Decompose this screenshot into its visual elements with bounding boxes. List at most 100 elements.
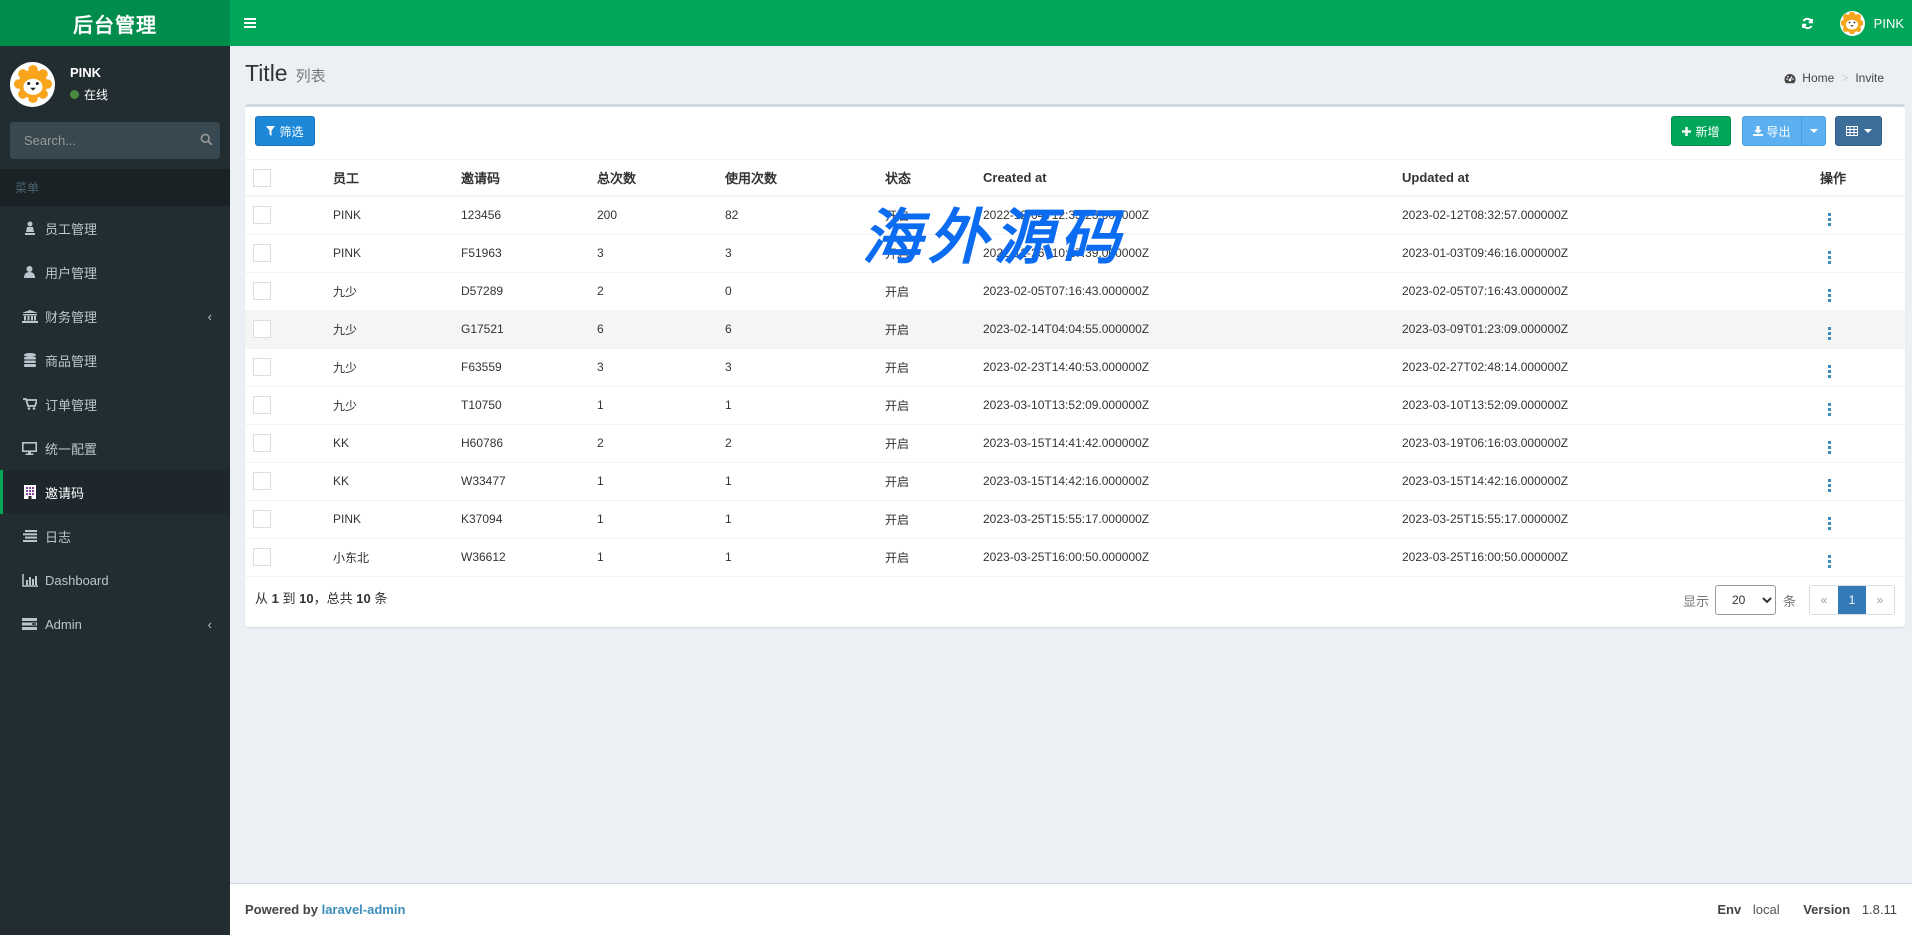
table-row: PINK 123456 200 82 开启 2022-12-04T12:33:23.000…	[245, 196, 1905, 235]
breadcrumb-home[interactable]: Home	[1802, 71, 1834, 85]
export-button-label: 导出	[1766, 124, 1791, 139]
user-name: PINK	[1873, 15, 1904, 31]
cell-updated-at: 2023-01-03T09:46:16.000000Z	[1402, 234, 1820, 273]
refresh-icon	[1802, 17, 1814, 29]
grid-toolbar: 筛选 新增 导出	[245, 107, 1905, 160]
cell-used: 3	[725, 234, 885, 273]
select-all-checkbox[interactable]	[253, 168, 271, 187]
table-row: 小东北 W36612 1 1 开启 2023-03-25T16:00:50.000000Z…	[245, 538, 1905, 577]
row-checkbox[interactable]	[253, 282, 271, 300]
row-actions-menu-icon[interactable]	[1828, 364, 1831, 378]
sidebar-item-dashboard[interactable]: Dashboard	[0, 558, 230, 602]
cell-used: 6	[725, 310, 885, 349]
search-icon[interactable]	[200, 133, 213, 149]
row-checkbox[interactable]	[253, 206, 271, 225]
user-panel: PINK 在线	[0, 46, 230, 122]
row-actions-menu-icon[interactable]	[1828, 402, 1831, 416]
cell-updated-at: 2023-03-09T01:23:09.000000Z	[1402, 310, 1820, 349]
sidebar-user-name: PINK	[70, 65, 102, 80]
prev-page-button[interactable]: «	[1810, 586, 1838, 614]
cell-used: 1	[725, 386, 885, 425]
column-selector-button[interactable]	[1835, 116, 1882, 146]
row-actions-cell	[1820, 272, 1905, 311]
column-header-employee[interactable]: 员工	[333, 160, 461, 197]
sidebar-item-label: Admin	[45, 616, 82, 632]
next-page-button[interactable]: »	[1866, 586, 1894, 614]
app-logo[interactable]: 后台管理	[0, 0, 230, 46]
row-checkbox[interactable]	[253, 548, 271, 566]
row-checkbox[interactable]	[253, 244, 271, 262]
row-select-cell	[245, 272, 333, 311]
row-checkbox[interactable]	[253, 358, 271, 376]
sidebar-search-input[interactable]	[24, 133, 200, 148]
cell-used: 1	[725, 538, 885, 577]
sidebar-item-label: 邀请码	[45, 485, 85, 501]
row-actions-menu-icon[interactable]	[1828, 554, 1831, 568]
column-header-updated-at[interactable]: Updated at	[1402, 160, 1820, 197]
cell-created-at: 2023-03-15T14:42:16.000000Z	[983, 462, 1402, 501]
row-checkbox[interactable]	[253, 510, 271, 528]
sidebar-toggle-button[interactable]	[230, 0, 270, 46]
menu-header: 菜单	[0, 169, 230, 206]
column-header-status[interactable]: 状态	[885, 160, 983, 197]
cell-updated-at: 2023-03-25T15:55:17.000000Z	[1402, 500, 1820, 539]
page-button-current[interactable]: 1	[1838, 586, 1866, 614]
row-actions-menu-icon[interactable]	[1828, 250, 1831, 264]
column-header-total[interactable]: 总次数	[597, 160, 725, 197]
user-status-label: 在线	[84, 88, 109, 102]
row-actions-menu-icon[interactable]	[1828, 440, 1831, 454]
column-header-used[interactable]: 使用次数	[725, 160, 885, 197]
create-button[interactable]: 新增	[1671, 116, 1731, 146]
row-checkbox[interactable]	[253, 472, 271, 490]
row-actions-menu-icon[interactable]	[1828, 478, 1831, 492]
row-checkbox[interactable]	[253, 320, 271, 338]
table-row: 九少 G17521 6 6 开启 2023-02-14T04:04:55.000000Z 2…	[245, 310, 1905, 349]
row-actions-menu-icon[interactable]	[1828, 516, 1831, 530]
cell-created-at: 2023-02-23T14:40:53.000000Z	[983, 348, 1402, 387]
create-button-label: 新增	[1695, 124, 1720, 139]
sidebar-item-admin[interactable]: Admin ‹	[0, 602, 230, 646]
sidebar-item-products[interactable]: 商品管理	[0, 338, 230, 382]
cell-total: 3	[597, 234, 725, 273]
row-actions-menu-icon[interactable]	[1828, 326, 1831, 340]
per-page-label: 显示	[1682, 593, 1709, 609]
column-header-code[interactable]: 邀请码	[461, 160, 597, 197]
sidebar-item-config[interactable]: 统一配置	[0, 426, 230, 470]
table-row: KK W33477 1 1 开启 2023-03-15T14:42:16.000000Z 2…	[245, 462, 1905, 501]
cell-status: 开启	[885, 538, 983, 577]
table-header-row: 员工 邀请码 总次数 使用次数 状态 Created at Updated at…	[245, 160, 1905, 197]
cell-updated-at: 2023-02-05T07:16:43.000000Z	[1402, 272, 1820, 311]
cell-status: 开启	[885, 310, 983, 349]
pagination-text: 从	[255, 591, 269, 606]
export-dropdown-toggle[interactable]	[1801, 116, 1826, 146]
cell-employee: KK	[333, 462, 461, 501]
breadcrumb-current: Invite	[1855, 71, 1884, 85]
cell-total: 1	[597, 538, 725, 577]
breadcrumb: Home > Invite	[1784, 71, 1884, 85]
cell-updated-at: 2023-02-12T08:32:57.000000Z	[1402, 196, 1820, 235]
sidebar-item-finance[interactable]: 财务管理 ‹	[0, 294, 230, 338]
sidebar-item-invite-codes[interactable]: 邀请码	[0, 470, 230, 514]
export-button[interactable]: 导出	[1742, 116, 1802, 146]
row-checkbox[interactable]	[253, 434, 271, 452]
cell-code: D57289	[461, 272, 597, 311]
row-actions-cell	[1820, 538, 1905, 577]
sidebar-item-label: 订单管理	[45, 397, 98, 413]
sidebar-item-orders[interactable]: 订单管理	[0, 382, 230, 426]
row-actions-cell	[1820, 424, 1905, 463]
row-checkbox[interactable]	[253, 396, 271, 414]
sidebar-item-label: 日志	[45, 529, 72, 545]
sidebar-item-employees[interactable]: 员工管理	[0, 206, 230, 250]
per-page-select[interactable]: 20	[1714, 585, 1776, 615]
page-footer: Powered by laravel-admin Env local Versi…	[230, 883, 1912, 935]
sidebar-item-users[interactable]: 用户管理	[0, 250, 230, 294]
row-actions-menu-icon[interactable]	[1828, 212, 1831, 226]
cell-employee: 九少	[333, 386, 461, 425]
column-header-created-at[interactable]: Created at	[983, 160, 1402, 197]
filter-button[interactable]: 筛选	[255, 116, 315, 146]
user-menu[interactable]: PINK	[1828, 0, 1912, 46]
sidebar-item-logs[interactable]: 日志	[0, 514, 230, 558]
laravel-admin-link[interactable]: laravel-admin	[322, 902, 406, 917]
refresh-button[interactable]	[1788, 0, 1828, 46]
row-actions-menu-icon[interactable]	[1828, 288, 1831, 302]
